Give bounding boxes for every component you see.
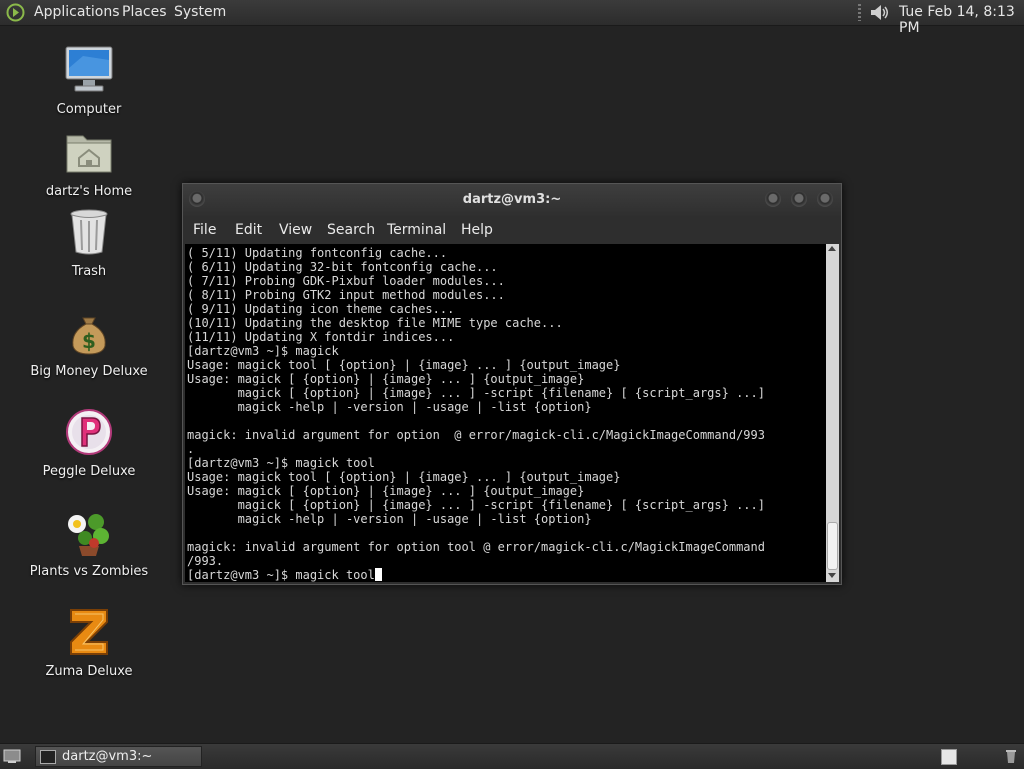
- svg-text:$: $: [82, 329, 96, 353]
- distro-logo-icon[interactable]: [6, 3, 25, 22]
- taskbar-terminal-button[interactable]: dartz@vm3:~: [35, 746, 202, 767]
- desktop-icon-label: Peggle Deluxe: [42, 464, 136, 479]
- menu-view[interactable]: View: [279, 222, 312, 238]
- top-panel: Applications Places System Tue Feb 14, 8…: [0, 0, 1024, 36]
- menu-help[interactable]: Help: [461, 222, 493, 238]
- desktop-icon-label: Zuma Deluxe: [45, 664, 133, 679]
- volume-icon[interactable]: [868, 2, 892, 23]
- terminal-scrollbar[interactable]: [826, 244, 839, 582]
- menu-file[interactable]: File: [193, 222, 216, 238]
- workspace-switcher[interactable]: [941, 749, 957, 765]
- show-desktop-icon[interactable]: [3, 749, 21, 764]
- peggle-icon: [66, 409, 112, 455]
- desktop-icon-label: Computer: [56, 102, 122, 117]
- desktop-icon-label: dartz's Home: [45, 184, 133, 199]
- money-bag-icon: $: [72, 317, 106, 355]
- window-titlebar[interactable]: dartz@vm3:~: [183, 184, 841, 216]
- system-menu[interactable]: System: [174, 4, 226, 20]
- terminal-output-area[interactable]: ( 5/11) Updating fontconfig cache... ( 6…: [185, 244, 826, 582]
- trash-applet-icon[interactable]: [1005, 748, 1017, 764]
- home-folder-icon: [66, 135, 112, 173]
- close-button[interactable]: [817, 191, 833, 207]
- desktop-icon-zuma-deluxe[interactable]: Zuma Deluxe: [14, 606, 164, 679]
- terminal-window[interactable]: dartz@vm3:~ File Edit View Search Termin…: [182, 183, 842, 585]
- desktop-icon-label: Trash: [71, 264, 107, 279]
- trash-icon: [70, 209, 108, 255]
- desktop-icon-trash[interactable]: Trash: [14, 206, 164, 279]
- computer-icon: [65, 46, 113, 92]
- panel-handle[interactable]: [858, 4, 861, 21]
- clock[interactable]: Tue Feb 14, 8:13 PM: [899, 4, 1024, 36]
- desktop-icon-computer[interactable]: Computer: [14, 44, 164, 117]
- zuma-icon: [70, 609, 108, 655]
- scrollbar-thumb[interactable]: [827, 522, 838, 570]
- text-cursor: [374, 568, 382, 581]
- desktop-icon-plants-vs-zombies[interactable]: Plants vs Zombies: [14, 506, 164, 579]
- terminal-output-text: ( 5/11) Updating fontconfig cache... ( 6…: [187, 246, 765, 582]
- taskbar-label: dartz@vm3:~: [62, 749, 153, 764]
- bottom-panel: dartz@vm3:~: [0, 743, 1024, 769]
- terminal-menubar: File Edit View Search Terminal Help: [183, 216, 841, 244]
- desktop-icon-label: Plants vs Zombies: [29, 564, 149, 579]
- menu-edit[interactable]: Edit: [235, 222, 262, 238]
- plants-vs-zombies-icon: [68, 514, 109, 556]
- places-menu[interactable]: Places: [122, 4, 167, 20]
- maximize-button[interactable]: [791, 191, 807, 207]
- menu-search[interactable]: Search: [327, 222, 375, 238]
- desktop-icon-home[interactable]: dartz's Home: [14, 126, 164, 199]
- desktop-icon-label: Big Money Deluxe: [30, 364, 148, 379]
- terminal-icon: [40, 750, 56, 764]
- desktop-icon-peggle-deluxe[interactable]: Peggle Deluxe: [14, 406, 164, 479]
- menu-terminal[interactable]: Terminal: [387, 222, 446, 238]
- scroll-down-arrow-icon[interactable]: [828, 573, 836, 578]
- applications-menu[interactable]: Applications: [34, 4, 120, 20]
- minimize-button[interactable]: [765, 191, 781, 207]
- desktop-icon-big-money-deluxe[interactable]: $ Big Money Deluxe: [14, 306, 164, 379]
- scroll-up-arrow-icon[interactable]: [828, 246, 836, 251]
- window-title: dartz@vm3:~: [462, 192, 562, 207]
